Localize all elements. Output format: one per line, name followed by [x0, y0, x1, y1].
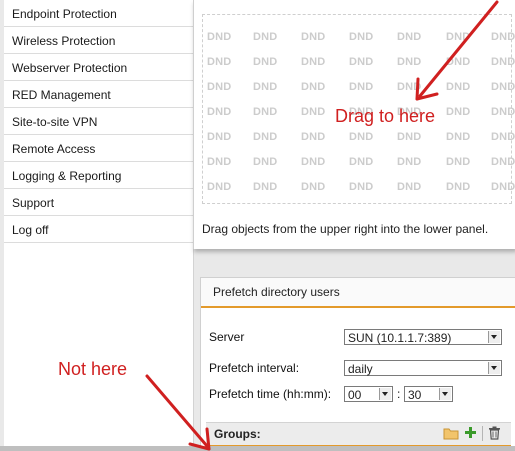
dnd-placeholder: DND	[397, 156, 422, 168]
chevron-down-icon	[439, 388, 451, 400]
dnd-placeholder: DND	[207, 156, 232, 168]
dnd-placeholder: DND	[253, 156, 278, 168]
toolbar-divider	[482, 426, 483, 441]
dnd-placeholder: DND	[491, 81, 515, 93]
dnd-placeholder: DND	[397, 31, 422, 43]
dnd-placeholder: DND	[207, 131, 232, 143]
chevron-down-icon	[379, 388, 391, 400]
dnd-placeholder: DND	[397, 131, 422, 143]
chevron-down-icon	[488, 331, 500, 343]
dnd-placeholder: DND	[301, 181, 326, 193]
dnd-placeholder: DND	[349, 31, 374, 43]
server-select[interactable]: SUN (10.1.1.7:389)	[344, 329, 502, 345]
window-bottom-edge	[0, 446, 515, 451]
dnd-placeholder: DND	[253, 31, 278, 43]
server-select-value: SUN (10.1.1.7:389)	[348, 331, 452, 345]
prefetch-minute-value: 30	[408, 388, 422, 402]
server-label: Server	[209, 330, 245, 344]
prefetch-minute-select[interactable]: 30	[404, 386, 453, 402]
prefetch-interval-label: Prefetch interval:	[209, 361, 300, 375]
dnd-placeholder: DND	[253, 106, 278, 118]
dnd-placeholder: DND	[207, 81, 232, 93]
dnd-placeholder: DND	[301, 81, 326, 93]
not-here-annotation: Not here	[58, 359, 128, 379]
dnd-placeholder: DND	[301, 56, 326, 68]
dnd-placeholder: DND	[491, 31, 515, 43]
drag-here-annotation: Drag to here	[335, 106, 436, 126]
groups-label: Groups:	[214, 427, 261, 441]
dnd-placeholder: DND	[301, 106, 326, 118]
prefetch-section-title: Prefetch directory users	[201, 278, 515, 308]
dnd-placeholder: DND	[207, 106, 232, 118]
prefetch-interval-value: daily	[348, 362, 373, 376]
dnd-placeholder: DND	[349, 56, 374, 68]
prefetch-time-label: Prefetch time (hh:mm):	[209, 387, 332, 401]
dnd-placeholder: DND	[446, 31, 471, 43]
dnd-placeholder: DND	[491, 131, 515, 143]
dnd-placeholder: DND	[207, 31, 232, 43]
dnd-placeholder: DND	[349, 131, 374, 143]
sidebar-item-support[interactable]: Support	[4, 189, 193, 216]
dnd-placeholder: DND	[491, 106, 515, 118]
sidebar-item-endpoint-protection[interactable]: Endpoint Protection	[4, 0, 193, 27]
dnd-placeholder: DND	[491, 181, 515, 193]
sidebar-item-logging-reporting[interactable]: Logging & Reporting	[4, 162, 193, 189]
trash-icon[interactable]	[488, 426, 501, 440]
dnd-placeholder: DND	[397, 81, 422, 93]
chevron-down-icon	[488, 362, 500, 374]
sidebar-item-remote-access[interactable]: Remote Access	[4, 135, 193, 162]
sidebar-item-log-off[interactable]: Log off	[4, 216, 193, 243]
sidebar-item-red-management[interactable]: RED Management	[4, 81, 193, 108]
dnd-placeholder: DND	[446, 156, 471, 168]
dnd-placeholder: DND	[397, 56, 422, 68]
dnd-placeholder: DND	[349, 181, 374, 193]
dnd-placeholder: DND	[253, 81, 278, 93]
dnd-placeholder: DND	[301, 131, 326, 143]
dnd-placeholder: DND	[301, 156, 326, 168]
dnd-placeholder: DND	[446, 56, 471, 68]
dnd-placeholder: DND	[253, 181, 278, 193]
drop-hint-text: Drag objects from the upper right into t…	[202, 222, 489, 236]
sidebar-item-wireless-protection[interactable]: Wireless Protection	[4, 27, 193, 54]
dnd-placeholder: DND	[349, 156, 374, 168]
dnd-placeholder: DND	[446, 181, 471, 193]
dnd-placeholder: DND	[446, 131, 471, 143]
dnd-placeholder: DND	[301, 31, 326, 43]
prefetch-interval-select[interactable]: daily	[344, 360, 502, 376]
groups-bar: Groups:	[206, 422, 511, 448]
prefetch-section: Prefetch directory users Server SUN (10.…	[200, 277, 515, 449]
dnd-placeholder: DND	[253, 131, 278, 143]
dnd-placeholder: DND	[446, 81, 471, 93]
dnd-placeholder: DND	[491, 56, 515, 68]
dnd-placeholder: DND	[207, 181, 232, 193]
dnd-placeholder: DND	[446, 106, 471, 118]
sidebar-item-site-to-site-vpn[interactable]: Site-to-site VPN	[4, 108, 193, 135]
prefetch-hour-value: 00	[348, 388, 362, 402]
dnd-placeholder: DND	[491, 156, 515, 168]
add-icon[interactable]	[464, 426, 477, 439]
dnd-placeholder: DND	[397, 181, 422, 193]
time-separator: :	[397, 387, 401, 401]
dnd-placeholder: DND	[207, 56, 232, 68]
dnd-placeholder: DND	[253, 56, 278, 68]
prefetch-hour-select[interactable]: 00	[344, 386, 393, 402]
sidebar-item-webserver-protection[interactable]: Webserver Protection	[4, 54, 193, 81]
folder-icon[interactable]	[443, 426, 459, 440]
dnd-placeholder: DND	[349, 81, 374, 93]
